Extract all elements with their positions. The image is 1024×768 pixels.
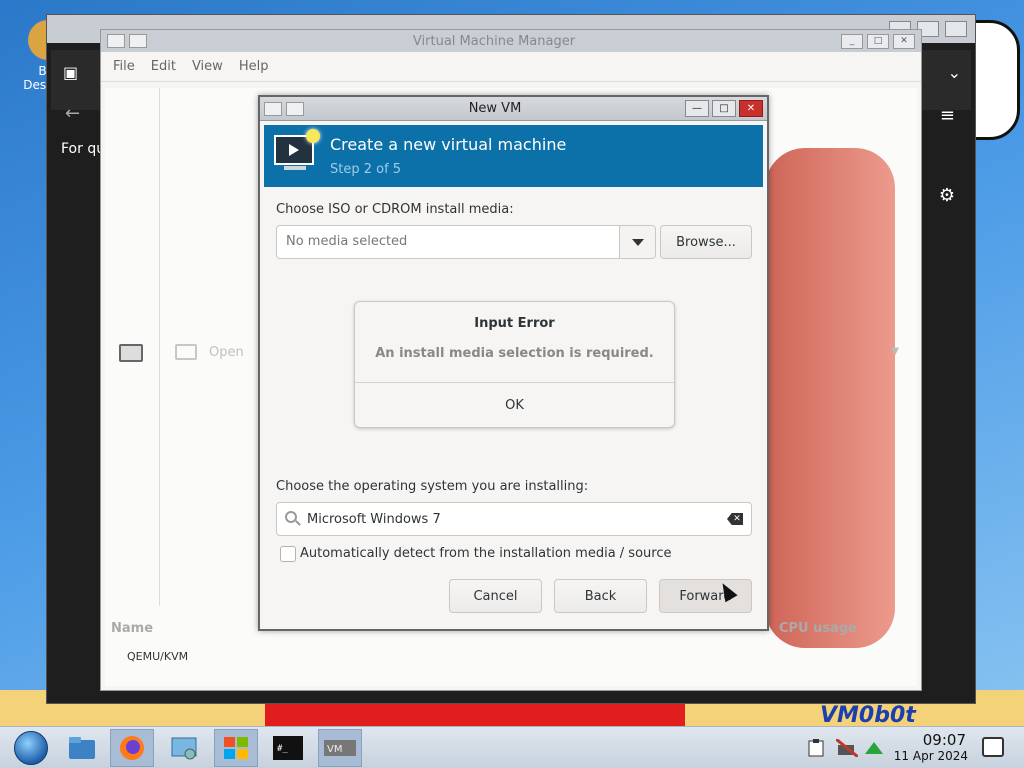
vmm-title: Virtual Machine Manager: [412, 33, 576, 49]
open-label: Open: [209, 344, 244, 360]
dialog-header: Create a new virtual machine Step 2 of 5: [264, 125, 763, 187]
monitor-icon: [175, 344, 197, 360]
sidebar-separator: [159, 88, 160, 606]
minimize-button[interactable]: _: [841, 33, 863, 49]
window-menu-icon[interactable]: [107, 34, 125, 48]
os-label: Choose the operating system you are inst…: [276, 479, 589, 494]
close-button[interactable]: ✕: [739, 100, 763, 117]
os-search-value: Microsoft Windows 7: [307, 512, 441, 527]
maximize-button[interactable]: □: [867, 33, 889, 49]
minimize-button[interactable]: —: [685, 100, 709, 117]
auto-detect-label[interactable]: Automatically detect from the installati…: [300, 546, 671, 561]
wallpaper-text: VM0b0t: [820, 703, 916, 728]
connection-row[interactable]: QEMU/KVM: [127, 650, 188, 663]
media-label: Choose ISO or CDROM install media:: [276, 202, 514, 217]
vmm-titlebar: Virtual Machine Manager _ □ ✕: [101, 30, 921, 52]
menu-edit[interactable]: Edit: [151, 59, 176, 74]
back-button[interactable]: Back: [554, 579, 647, 613]
control-panel-icon[interactable]: [162, 729, 206, 767]
terminal-icon[interactable]: #_: [266, 729, 310, 767]
svg-text:#_: #_: [277, 744, 288, 754]
search-icon: [285, 511, 297, 523]
back-arrow-icon[interactable]: ←: [65, 103, 80, 124]
firefox-icon[interactable]: [110, 729, 154, 767]
dialog-title: New VM: [468, 101, 522, 116]
pin-icon[interactable]: [286, 101, 304, 116]
windows-logo-icon[interactable]: [214, 729, 258, 767]
new-vm-dialog: New VM — □ ✕ Create a new virtual machin…: [258, 95, 769, 631]
ok-button[interactable]: OK: [355, 382, 674, 427]
media-combobox[interactable]: No media selected: [276, 225, 656, 259]
clipboard-icon[interactable]: [806, 739, 826, 757]
error-message: An install media selection is required.: [375, 346, 654, 361]
gear-icon[interactable]: ⚙: [939, 185, 955, 206]
taskbar: #_ VM 09:07 11 Apr 2024: [0, 726, 1024, 768]
chevron-down-icon[interactable]: [619, 226, 655, 258]
header-step: Step 2 of 5: [330, 162, 402, 177]
clear-icon[interactable]: ✕: [727, 513, 743, 525]
input-error-dialog: Input Error An install media selection i…: [354, 301, 675, 428]
chevron-down-icon[interactable]: ⌄: [948, 63, 961, 82]
start-menu-icon[interactable]: [14, 731, 48, 765]
error-title: Input Error: [474, 316, 555, 331]
dropdown-arrow-icon[interactable]: ▼: [891, 346, 899, 357]
maximize-button[interactable]: □: [712, 100, 736, 117]
virt-manager-icon[interactable]: VM: [318, 729, 362, 767]
hamburger-menu-icon[interactable]: ≡: [940, 105, 955, 126]
network-disconnected-icon[interactable]: [835, 737, 859, 759]
menu-file[interactable]: File: [113, 59, 135, 74]
os-search-field[interactable]: Microsoft Windows 7 ✕: [276, 502, 752, 536]
new-vm-icon: [274, 129, 320, 173]
media-value: No media selected: [286, 234, 408, 249]
cancel-button[interactable]: Cancel: [449, 579, 542, 613]
column-header-cpu[interactable]: CPU usage: [779, 621, 857, 636]
column-header-name[interactable]: Name: [111, 621, 153, 636]
forward-button[interactable]: Forward: [659, 579, 752, 613]
archive-icon[interactable]: ▣: [63, 63, 78, 82]
header-title: Create a new virtual machine: [330, 135, 567, 154]
close-button[interactable]: ✕: [893, 33, 915, 49]
menu-help[interactable]: Help: [239, 59, 269, 74]
vmm-menubar: File Edit View Help: [101, 52, 921, 82]
auto-detect-checkbox[interactable]: [280, 546, 296, 562]
open-button[interactable]: Open: [175, 344, 244, 360]
clock-date[interactable]: 11 Apr 2024: [894, 749, 968, 763]
new-vm-icon[interactable]: [119, 344, 143, 362]
menu-view[interactable]: View: [192, 59, 223, 74]
wallpaper-bleed: [765, 148, 895, 648]
pin-icon[interactable]: [129, 34, 147, 48]
clock-time[interactable]: 09:07: [923, 731, 966, 749]
file-manager-icon[interactable]: [60, 729, 104, 767]
close-button[interactable]: [945, 21, 967, 37]
svg-text:VM: VM: [327, 744, 342, 755]
window-menu-icon[interactable]: [264, 101, 282, 116]
notification-icon[interactable]: [982, 737, 1004, 757]
browse-button[interactable]: Browse...: [660, 225, 752, 259]
update-icon[interactable]: [864, 739, 884, 757]
dialog-titlebar: New VM — □ ✕: [260, 97, 767, 121]
